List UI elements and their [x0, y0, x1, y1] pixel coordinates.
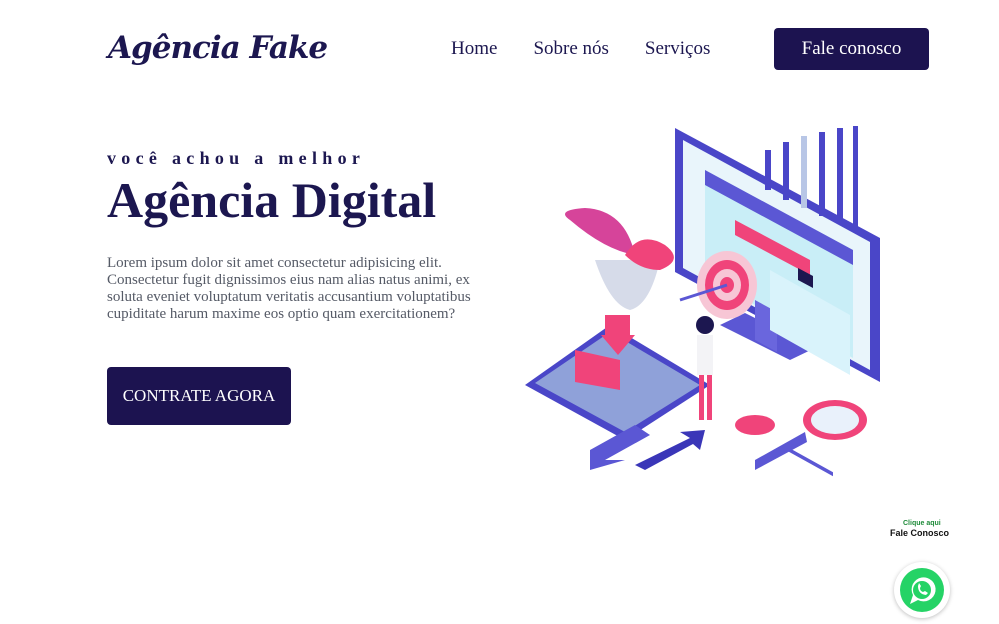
- whatsapp-button[interactable]: [894, 562, 950, 618]
- hire-button[interactable]: CONTRATE AGORA: [107, 367, 291, 425]
- nav-link-servicos[interactable]: Serviços: [645, 38, 710, 60]
- nav-link-home[interactable]: Home: [451, 38, 497, 60]
- whatsapp-big-label: Fale Conosco: [890, 528, 950, 538]
- hero-lead: Lorem ipsum dolor sit amet consectetur a…: [107, 255, 471, 322]
- tablet-illustration: [525, 315, 710, 440]
- whatsapp-icon: [900, 568, 944, 612]
- contact-button[interactable]: Fale conosco: [774, 28, 929, 70]
- nav-link-sobre[interactable]: Sobre nós: [533, 38, 608, 60]
- hero-kicker: você achou a melhor: [107, 148, 366, 168]
- hero-text: você achou a melhor Agência Digital: [107, 148, 507, 229]
- plant-illustration: [565, 208, 674, 310]
- person-illustration: [696, 316, 714, 420]
- main-nav: Home Sobre nós Serviços: [451, 38, 710, 60]
- arrows-illustration: [590, 425, 705, 470]
- whatsapp-widget: Clique aqui Fale Conosco: [885, 520, 965, 620]
- navbar: Agência Fake Home Sobre nós Serviços Fal…: [0, 0, 999, 100]
- magnifier-illustration: [755, 400, 867, 470]
- hero-headline: Agência Digital: [107, 172, 437, 228]
- brand-logo[interactable]: Agência Fake: [108, 30, 328, 66]
- whatsapp-small-label: Clique aqui: [903, 520, 941, 527]
- hero-illustration: [525, 126, 880, 477]
